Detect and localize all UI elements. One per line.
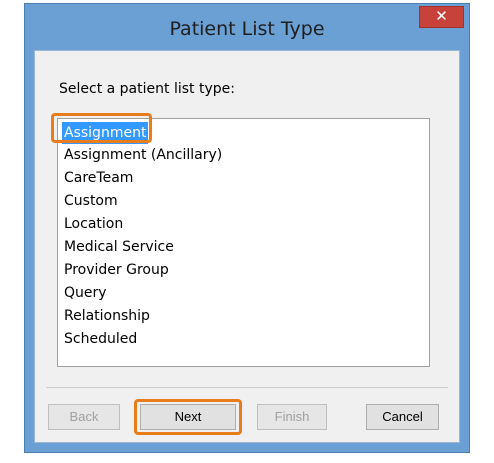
close-button[interactable]: ✕ [419, 6, 464, 28]
dialog-body: Select a patient list type: Assignment A… [34, 50, 460, 443]
cancel-button[interactable]: Cancel [366, 404, 439, 430]
title-bar: Patient List Type ✕ [25, 4, 469, 54]
list-item-assignment-ancillary[interactable]: Assignment (Ancillary) [62, 144, 224, 166]
list-item-scheduled[interactable]: Scheduled [62, 328, 139, 350]
list-item-relationship[interactable]: Relationship [62, 305, 152, 327]
dialog-title: Patient List Type [169, 18, 325, 40]
list-item-location[interactable]: Location [62, 213, 125, 235]
prompt-label: Select a patient list type: [59, 81, 235, 97]
selection-callout [51, 113, 152, 143]
patient-list-type-listbox[interactable]: Assignment Assignment (Ancillary) CareTe… [57, 118, 430, 367]
list-item-query[interactable]: Query [62, 282, 109, 304]
list-item-provider-group[interactable]: Provider Group [62, 259, 171, 281]
list-item-medical-service[interactable]: Medical Service [62, 236, 176, 258]
list-item-careteam[interactable]: CareTeam [62, 167, 135, 189]
close-icon: ✕ [435, 7, 448, 25]
back-button[interactable]: Back [48, 404, 120, 430]
patient-list-type-dialog: Patient List Type ✕ Select a patient lis… [24, 3, 470, 453]
button-separator [46, 387, 448, 388]
list-item-custom[interactable]: Custom [62, 190, 120, 212]
next-button-callout [134, 399, 242, 435]
finish-button[interactable]: Finish [257, 404, 327, 430]
